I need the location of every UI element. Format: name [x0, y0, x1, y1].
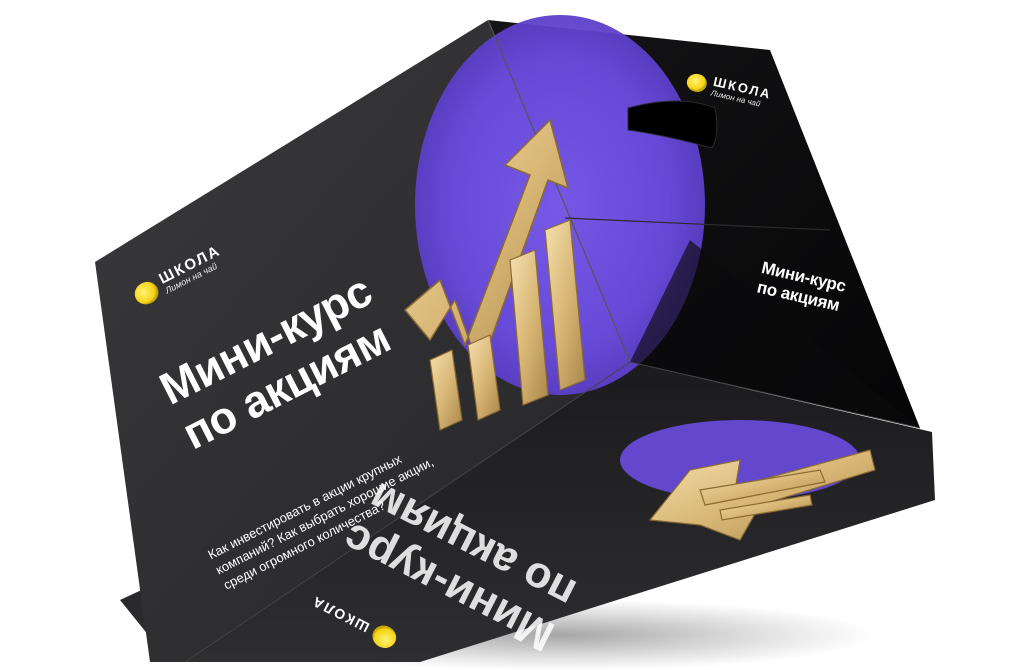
lemon-coin-logo-icon — [685, 71, 709, 94]
product-scene: ШКОЛА Лимон на чай Мини-курс по акциям К… — [0, 0, 1017, 670]
